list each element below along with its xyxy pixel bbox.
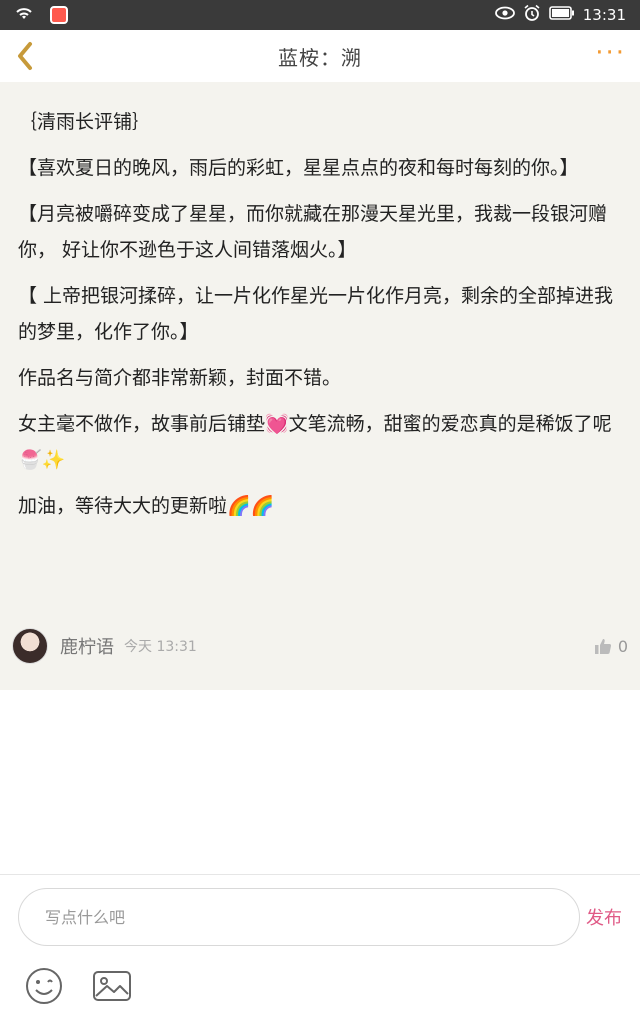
clock-time: 13:31	[582, 6, 626, 24]
comment-input-box[interactable]	[18, 888, 580, 946]
battery-icon	[548, 6, 575, 24]
alarm-icon	[523, 4, 541, 26]
title-bar: 蓝桉：溯 ···	[0, 30, 640, 82]
avatar[interactable]	[12, 628, 48, 664]
more-dots-icon: ···	[595, 38, 626, 68]
publish-button[interactable]: 发布	[586, 904, 622, 930]
post-content: ｛清雨长评铺｝ 【喜欢夏日的晚风，雨后的彩虹，星星点点的夜和每时每刻的你。】 【…	[0, 82, 640, 690]
wifi-icon	[14, 5, 34, 25]
more-button[interactable]: ···	[595, 40, 626, 66]
post-paragraph: 【月亮被嚼碎变成了星星，而你就藏在那漫天星光里，我裁一段银河赠你， 好让你不逊色…	[18, 203, 608, 261]
app-notification-icon	[50, 6, 68, 24]
thumbs-up-icon	[594, 639, 611, 654]
eye-icon	[494, 6, 515, 24]
chevron-left-icon	[18, 42, 32, 70]
page-title: 蓝桉：溯	[278, 45, 362, 70]
author-name[interactable]: 鹿柠语	[60, 633, 114, 659]
post-paragraph: 作品名与简介都非常新颖，封面不错。	[18, 367, 342, 389]
image-icon	[93, 971, 131, 1001]
post-paragraph: 女主毫不做作，故事前后铺垫💓文笔流畅，甜蜜的爱恋真的是稀饭了呢🍧✨	[18, 413, 612, 471]
image-button[interactable]	[92, 966, 134, 1008]
emoji-icon	[26, 968, 62, 1004]
like-button[interactable]: 0	[594, 637, 628, 656]
comment-input[interactable]	[45, 907, 579, 927]
author-row: 鹿柠语 今天 13:31 0	[12, 628, 628, 664]
status-bar: 13:31	[0, 0, 640, 30]
post-paragraph: 【 上帝把银河揉碎，让一片化作星光一片化作月亮，剩余的全部掉进我的梦里，化作了你…	[18, 285, 614, 343]
post-paragraph: 【喜欢夏日的晚风，雨后的彩虹，星星点点的夜和每时每刻的你。】	[18, 157, 579, 179]
post-time: 今天 13:31	[124, 639, 197, 655]
emoji-button[interactable]	[24, 966, 66, 1008]
divider	[0, 874, 640, 875]
like-count: 0	[617, 636, 628, 656]
back-button[interactable]	[8, 36, 48, 76]
post-paragraph: ｛清雨长评铺｝	[18, 111, 152, 133]
post-paragraph: 加油，等待大大的更新啦🌈🌈	[18, 495, 275, 517]
